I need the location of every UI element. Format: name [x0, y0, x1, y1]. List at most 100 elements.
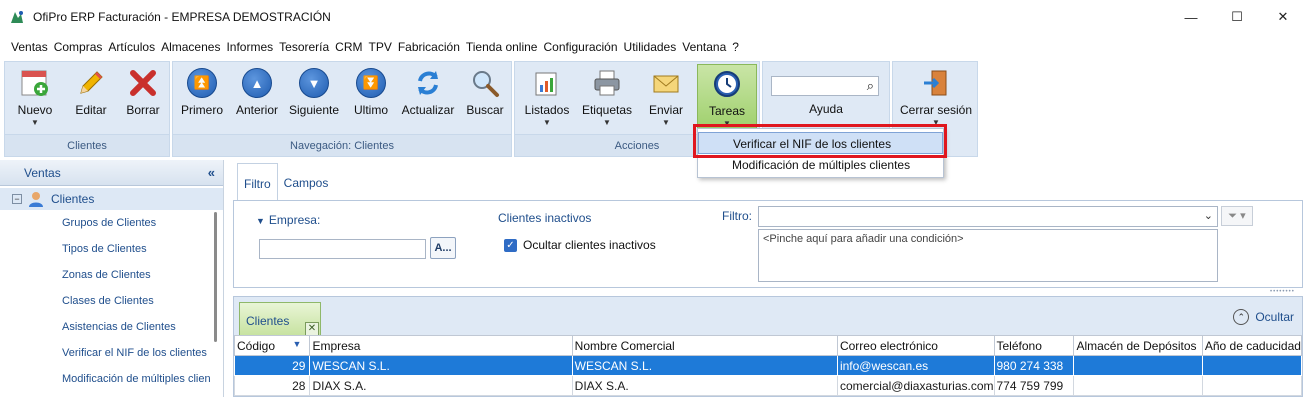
anterior-button[interactable]: ▲ Anterior: [231, 64, 283, 134]
collapse-icon[interactable]: «: [208, 165, 215, 180]
tab-campos[interactable]: Campos: [278, 163, 335, 201]
ayuda-label[interactable]: Ayuda: [763, 102, 889, 116]
sidebar-item-modificacion-multiple[interactable]: Modificación de múltiples clientes: [0, 366, 210, 392]
column-header-ano-caducidad[interactable]: Año de caducidad: [1201, 335, 1303, 356]
empresa-input[interactable]: [259, 239, 426, 259]
minimize-button[interactable]: —: [1168, 0, 1214, 34]
splitter-grip[interactable]: ••••••••: [1270, 289, 1304, 295]
sidebar-item-tipos[interactable]: Tipos de Clientes: [0, 236, 210, 262]
help-search-input[interactable]: ⌕: [771, 76, 879, 96]
menu-utilidades[interactable]: Utilidades: [621, 40, 680, 54]
empresa-lookup-button[interactable]: A...: [430, 237, 456, 259]
menu-help[interactable]: ?: [729, 40, 742, 54]
table-row[interactable]: 29 WESCAN S.L. WESCAN S.L. info@wescan.e…: [233, 355, 1303, 376]
highlight-annotation: [693, 124, 947, 158]
menu-articulos[interactable]: Artículos: [105, 40, 158, 54]
column-header-empresa[interactable]: Empresa: [309, 335, 573, 356]
buscar-label: Buscar: [466, 103, 504, 117]
condition-editor[interactable]: <Pinche aquí para añadir una condición>: [758, 229, 1218, 282]
menu-tesoreria[interactable]: Tesorería: [276, 40, 332, 54]
first-record-icon: ⏫: [187, 68, 217, 98]
user-icon: [27, 190, 45, 208]
ribbon: Nuevo ▼ Editar Borrar Clientes ⏫ Primero…: [0, 59, 1306, 159]
maximize-button[interactable]: ☐: [1214, 0, 1260, 34]
exit-door-icon: [919, 66, 953, 100]
tab-clientes-grid[interactable]: Clientes ✕: [239, 302, 321, 336]
filter-funnel-button[interactable]: ⏷ ▾: [1221, 206, 1253, 226]
buscar-button[interactable]: Buscar: [461, 64, 509, 134]
editar-button[interactable]: Editar: [67, 64, 115, 134]
column-header-telefono[interactable]: Teléfono: [993, 335, 1075, 356]
tareas-label: Tareas: [708, 104, 746, 118]
ribbon-caption-navegacion: Navegación: Clientes: [173, 134, 511, 156]
filtro-select[interactable]: ⌄: [758, 206, 1218, 227]
sort-descending-icon: ▼: [292, 338, 302, 349]
menu-configuracion[interactable]: Configuración: [540, 40, 620, 54]
empresa-label[interactable]: ▼ Empresa:: [256, 213, 320, 227]
siguiente-button[interactable]: ▼ Siguiente: [287, 64, 341, 134]
etiquetas-button[interactable]: Etiquetas ▼: [579, 64, 635, 134]
clientes-table: Código ▼ Empresa Nombre Comercial Correo …: [233, 335, 1303, 396]
sidebar-item-clientes[interactable]: − Clientes: [0, 188, 223, 210]
menu-tpv[interactable]: TPV: [366, 40, 395, 54]
sidebar-scrollbar[interactable]: [214, 212, 217, 342]
column-header-codigo[interactable]: Código ▼: [233, 335, 311, 356]
cell-correo: comercial@diaxasturias.com: [836, 375, 995, 396]
primero-label: Primero: [180, 103, 223, 117]
refresh-icon: [411, 66, 445, 100]
borrar-label: Borrar: [126, 103, 160, 117]
chevron-down-icon: ⌄: [1203, 210, 1213, 222]
ocultar-label: Ocultar: [1255, 310, 1294, 324]
editar-label: Editar: [75, 103, 107, 117]
cell-codigo: 29: [233, 355, 311, 376]
ribbon-caption-clientes: Clientes: [5, 134, 169, 156]
report-chart-icon: [530, 66, 564, 100]
menu-ventas[interactable]: Ventas: [8, 40, 51, 54]
menu-tienda-online[interactable]: Tienda online: [463, 40, 541, 54]
borrar-button[interactable]: Borrar: [119, 64, 167, 134]
listados-button[interactable]: Listados ▼: [521, 64, 573, 134]
primero-button[interactable]: ⏫ Primero: [177, 64, 227, 134]
cell-ano-caducidad: [1201, 375, 1303, 396]
ocultar-inactivos-label[interactable]: Ocultar clientes inactivos: [523, 238, 656, 252]
menu-compras[interactable]: Compras: [51, 40, 106, 54]
sidebar-item-grupos[interactable]: Grupos de Clientes: [0, 210, 210, 236]
cell-empresa: DIAX S.A.: [309, 375, 573, 396]
column-header-correo[interactable]: Correo electrónico: [836, 335, 995, 356]
chevron-down-icon: ▼: [31, 118, 39, 127]
cell-ano-caducidad: [1201, 355, 1303, 376]
column-header-nombre-comercial[interactable]: Nombre Comercial: [571, 335, 838, 356]
menu-crm[interactable]: CRM: [332, 40, 365, 54]
close-tab-icon[interactable]: ✕: [305, 322, 319, 336]
navigation-sidebar: Ventas « − Clientes Grupos de Clientes T…: [0, 160, 224, 397]
column-header-almacen[interactable]: Almacén de Depósitos: [1073, 335, 1203, 356]
sidebar-item-clases[interactable]: Clases de Clientes: [0, 288, 210, 314]
menu-almacenes[interactable]: Almacenes: [158, 40, 223, 54]
actualizar-button[interactable]: Actualizar: [399, 64, 457, 134]
title-bar: OfiPro ERP Facturación - EMPRESA DEMOSTR…: [0, 0, 1306, 34]
cell-telefono: 980 274 338: [993, 355, 1075, 376]
cell-codigo: 28: [233, 375, 311, 396]
menu-ventana[interactable]: Ventana: [679, 40, 729, 54]
menu-fabricacion[interactable]: Fabricación: [395, 40, 463, 54]
siguiente-label: Siguiente: [288, 103, 340, 117]
empresa-label-text: Empresa:: [268, 213, 321, 227]
ribbon-group-clientes: Nuevo ▼ Editar Borrar Clientes: [4, 61, 170, 157]
nuevo-button[interactable]: Nuevo ▼: [11, 64, 59, 134]
clock-icon: [710, 67, 744, 101]
last-record-icon: ⏬: [356, 68, 386, 98]
sidebar-item-zonas[interactable]: Zonas de Clientes: [0, 262, 210, 288]
collapse-tree-icon[interactable]: −: [12, 194, 22, 204]
ocultar-inactivos-checkbox[interactable]: ✓: [504, 239, 517, 252]
sidebar-item-asistencias[interactable]: Asistencias de Clientes: [0, 314, 210, 340]
ultimo-button[interactable]: ⏬ Ultimo: [347, 64, 395, 134]
minimize-icon: —: [1184, 9, 1198, 25]
sidebar-item-verificar-nif[interactable]: Verificar el NIF de los clientes: [0, 340, 210, 366]
table-row[interactable]: 28 DIAX S.A. DIAX S.A. comercial@diaxast…: [233, 375, 1303, 396]
tab-filtro[interactable]: Filtro: [237, 163, 278, 201]
enviar-button[interactable]: Enviar ▼: [641, 64, 691, 134]
chevron-down-icon: ▼: [543, 118, 551, 127]
menu-informes[interactable]: Informes: [223, 40, 276, 54]
close-button[interactable]: ✕: [1260, 0, 1306, 34]
ocultar-button[interactable]: ⌃ Ocultar: [1233, 309, 1294, 325]
